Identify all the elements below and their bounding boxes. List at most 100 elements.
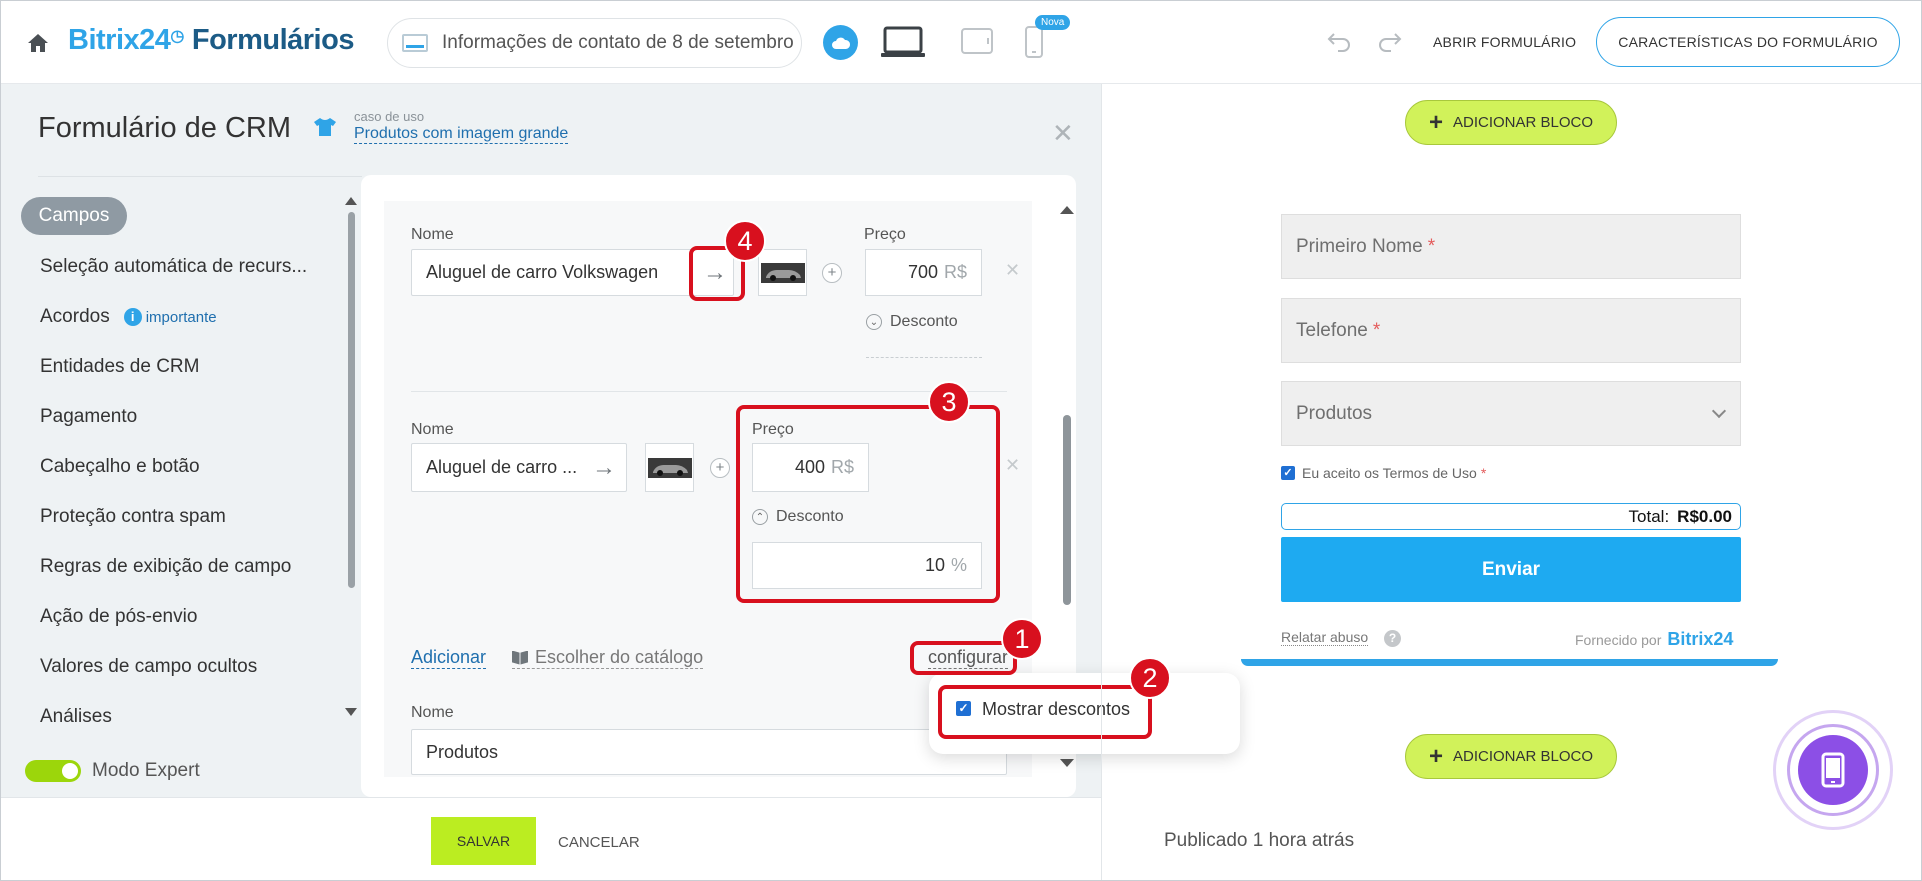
help-icon[interactable]: ? [1384,630,1401,647]
nav-item-ocultos[interactable]: Valores de campo ocultos [40,656,257,678]
product1-price-input[interactable]: 700 R$ [865,249,982,296]
car-image-icon [760,262,805,283]
terms-row: ✓ Eu aceito os Termos de Uso * [1281,465,1486,481]
nav-item-pagamento[interactable]: Pagamento [40,406,137,428]
plus-icon: + [1428,742,1443,770]
use-case-link[interactable]: Produtos com imagem grande [354,125,569,144]
choose-catalog-label: Escolher do catálogo [535,647,704,667]
nav-item-campos[interactable]: Campos [21,197,127,235]
submit-button[interactable]: Enviar [1281,537,1741,602]
product2-name-value: Aluguel de carro ... [426,457,578,477]
report-abuse-link[interactable]: Relatar abuso [1281,629,1369,646]
choose-catalog-link[interactable]: Escolher do catálogo [512,647,704,669]
product2-name-label: Nome [411,421,454,438]
product1-discount-toggle[interactable]: ⌄ Desconto [866,313,958,331]
nav-item-spam[interactable]: Proteção contra spam [40,506,226,528]
terms-checkbox[interactable]: ✓ [1281,466,1295,480]
form-bottom-border [1241,659,1778,666]
close-icon[interactable]: ✕ [1052,120,1074,146]
mobile-preview-button[interactable] [1798,735,1868,805]
add-block-button-top[interactable]: + ADICIONAR BLOCO [1405,100,1617,145]
tablet-icon[interactable] [960,27,994,55]
required-mark: * [1372,319,1381,341]
nav-scroll-down-icon[interactable] [345,708,357,716]
required-mark: * [1480,465,1487,481]
add-block-button-bottom[interactable]: + ADICIONAR BLOCO [1405,734,1617,779]
add-block-label: ADICIONAR BLOCO [1452,748,1594,765]
phone-icon [1821,752,1845,788]
field-name-input[interactable]: Produtos [411,729,1007,775]
form-selector-label: Informações de contato de 8 de setembro [442,32,794,53]
divider [1101,84,1102,881]
form-settings-button[interactable]: CARACTERÍSTICAS DO FORMULÁRIO [1596,17,1900,67]
product1-name-input[interactable]: Aluguel de carro Volkswagen [411,249,734,296]
nav-item-entidades[interactable]: Entidades de CRM [40,356,199,378]
terms-label[interactable]: Eu aceito os Termos de Uso [1302,465,1477,481]
expert-mode-toggle[interactable] [25,760,81,782]
nav-item-acordos[interactable]: Acordos i importante [40,306,217,328]
undo-icon[interactable] [1326,30,1352,52]
nav-item-acordos-label: Acordos [40,306,110,327]
first-name-placeholder: Primeiro Nome [1296,235,1423,257]
callout-box-2 [938,685,1152,739]
desktop-icon[interactable] [880,25,926,59]
product1-image[interactable] [758,249,807,296]
divider [411,391,1007,392]
important-badge[interactable]: importante [146,309,217,326]
phone-icon[interactable] [1023,25,1045,59]
logo-brand: Bitrix24 [68,24,171,56]
powered-by-label: Fornecido por [1575,632,1662,648]
nav-item-analises[interactable]: Análises [40,706,112,728]
callout-number-4: 4 [724,220,766,262]
form-selector[interactable]: Informações de contato de 8 de setembro [387,18,802,68]
product2-add-image-icon[interactable]: + [710,458,730,478]
product1-price-value: 700 [907,262,938,282]
nav-item-selecao[interactable]: Seleção automática de recurs... [40,256,307,278]
product2-remove-icon[interactable]: ✕ [1005,455,1020,476]
total-label: Total: [1628,506,1670,526]
product2-image[interactable] [645,443,694,492]
product1-add-image-icon[interactable]: + [822,263,842,283]
first-name-field[interactable]: Primeiro Nome * [1281,214,1741,279]
redo-icon[interactable] [1377,30,1403,52]
use-case-caption: caso de uso [354,109,425,124]
bottom-action-bar [0,797,1101,881]
editor-scrollbar[interactable] [1063,415,1071,605]
product1-remove-icon[interactable]: ✕ [1005,260,1020,281]
powered-by[interactable]: Fornecido por Bitrix24 [1575,629,1733,650]
app-logo[interactable]: Bitrix24◷ Formulários [68,24,354,57]
nav-scrollbar[interactable] [348,212,355,588]
product1-price-label: Preço [864,226,906,243]
chevron-down-icon [1711,403,1727,419]
divider [38,176,362,177]
nav-item-cabecalho[interactable]: Cabeçalho e botão [40,456,200,478]
product1-discount-label: Desconto [890,313,958,330]
cancel-button[interactable]: CANCELAR [558,834,640,851]
phone-placeholder: Telefone [1296,319,1368,341]
panel-title: Formulário de CRM [38,112,291,144]
save-button[interactable]: SALVAR [431,817,536,865]
nav-item-regras[interactable]: Regras de exibição de campo [40,556,291,578]
product1-name-value: Aluguel de carro Volkswagen [426,262,659,282]
nav-item-pos-envio[interactable]: Ação de pós-envio [40,606,197,628]
add-product-link[interactable]: Adicionar [411,647,487,669]
product2-arrow-icon[interactable]: → [581,445,627,491]
products-placeholder: Produtos [1296,402,1373,424]
editor-scroll-down-icon[interactable] [1060,759,1074,767]
phone-field[interactable]: Telefone * [1281,298,1741,363]
products-select[interactable]: Produtos [1281,381,1741,446]
callout-number-3: 3 [928,381,970,423]
clock-icon: ◷ [170,28,184,45]
chevron-down-icon: ⌄ [866,314,882,330]
car-image-icon [647,457,692,478]
editor-scroll-up-icon[interactable] [1060,206,1074,214]
open-form-link[interactable]: ABRIR FORMULÁRIO [1433,34,1576,50]
cloud-icon[interactable] [823,25,858,60]
home-icon[interactable] [27,33,49,53]
nav-scroll-up-icon[interactable] [345,197,357,205]
required-mark: * [1427,235,1436,257]
field-name-label: Nome [411,704,454,721]
total-value: R$0.00 [1677,506,1732,526]
powered-by-brand: Bitrix24 [1667,629,1734,649]
info-icon: i [123,308,142,326]
